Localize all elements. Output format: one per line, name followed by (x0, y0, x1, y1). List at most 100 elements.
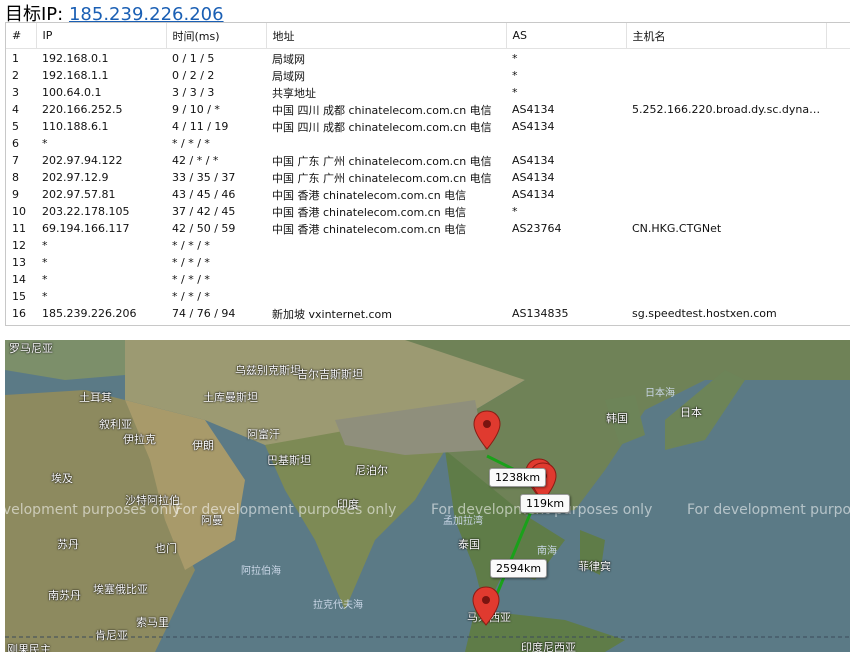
col-address[interactable]: 地址 (266, 23, 507, 49)
cell-hostname (626, 288, 826, 305)
cell-ip: 202.97.94.122 (42, 154, 123, 167)
cell-spacer (826, 237, 850, 254)
cell-time: * / * / * (172, 256, 210, 269)
map-label: 伊拉克 (123, 433, 156, 446)
map-label: 刚果民主 (7, 643, 51, 652)
map-label: 吉尔吉斯斯坦 (297, 368, 363, 381)
cell-hop: 4 (12, 103, 19, 116)
table-row[interactable]: 3 100.64.0.1 3 / 3 / 3 共享地址 * (6, 84, 850, 101)
cell-ip: 110.188.6.1 (42, 120, 109, 133)
table-row[interactable]: 5 110.188.6.1 4 / 11 / 19 中国 四川 成都 chinatel… (6, 118, 850, 135)
map-label: 埃及 (51, 472, 73, 485)
cell-time: 43 / 45 / 46 (172, 188, 236, 201)
map-label: 苏丹 (57, 538, 79, 551)
cell-as: AS4134 (512, 120, 555, 133)
cell-ip: 185.239.226.206 (42, 307, 137, 320)
table-row[interactable]: 16 185.239.226.206 74 / 76 / 94 新加坡 vxinter… (6, 305, 850, 322)
cell-time: * / * / * (172, 137, 210, 150)
cell-hostname (626, 237, 826, 254)
cell-hostname (626, 118, 826, 135)
cell-spacer (826, 152, 850, 169)
table-row[interactable]: 1 192.168.0.1 0 / 1 / 5 局域网 * (6, 49, 850, 68)
cell-as (506, 254, 626, 271)
table-row[interactable]: 4 220.166.252.5 9 / 10 / * 中国 四川 成都 chinate… (6, 101, 850, 118)
table-row[interactable]: 2 192.168.1.1 0 / 2 / 2 局域网 * (6, 67, 850, 84)
map-label: 土库曼斯坦 (203, 391, 258, 404)
map-label: 阿富汗 (247, 428, 280, 441)
cell-as (506, 135, 626, 152)
col-time[interactable]: 时间(ms) (166, 23, 267, 49)
table-row[interactable]: 11 69.194.166.117 42 / 50 / 59 中国 香港 chinat… (6, 220, 850, 237)
table-row[interactable]: 12 * * / * / * (6, 237, 850, 254)
cell-ip: 192.168.1.1 (42, 69, 109, 82)
table-row[interactable]: 14 * * / * / * (6, 271, 850, 288)
cell-time: 9 / 10 / * (172, 103, 220, 116)
cell-hop: 11 (12, 222, 26, 235)
map-label: 南苏丹 (48, 589, 81, 602)
cell-address: 新加坡 vxinternet.com (272, 307, 392, 321)
cell-hostname (626, 203, 826, 220)
cell-hop: 7 (12, 154, 19, 167)
cell-as (506, 237, 626, 254)
cell-ip: * (42, 290, 48, 303)
cell-time: * / * / * (172, 290, 210, 303)
col-spacer (826, 23, 850, 49)
map-label: 南海 (537, 546, 557, 557)
cell-hop: 16 (12, 307, 26, 320)
table-row[interactable]: 10 203.22.178.105 37 / 42 / 45 中国 香港 chinat… (6, 203, 850, 220)
cell-as: * (512, 69, 518, 82)
table-row[interactable]: 13 * * / * / * (6, 254, 850, 271)
table-row[interactable]: 15 * * / * / * (6, 288, 850, 305)
map-label: 叙利亚 (99, 418, 132, 431)
map-label: 土耳其 (79, 391, 112, 404)
map-watermark: For development purposes only (175, 502, 397, 518)
cell-spacer (826, 186, 850, 203)
cell-hostname (626, 67, 826, 84)
cell-as (506, 271, 626, 288)
cell-ip: * (42, 137, 48, 150)
cell-address (266, 288, 506, 305)
map-pin-icon[interactable] (472, 586, 500, 626)
map-pin-icon[interactable] (473, 410, 501, 450)
cell-hostname (626, 135, 826, 152)
table-row[interactable]: 8 202.97.12.9 33 / 35 / 37 中国 广东 广州 chinate… (6, 169, 850, 186)
cell-time: 33 / 35 / 37 (172, 171, 236, 184)
cell-hostname: sg.speedtest.hostxen.com (632, 307, 777, 320)
cell-hostname (626, 84, 826, 101)
target-ip-header: 目标IP: 185.239.226.206 (5, 0, 224, 25)
cell-spacer (826, 67, 850, 84)
col-as[interactable]: AS (506, 23, 627, 49)
table-row[interactable]: 7 202.97.94.122 42 / * / * 中国 广东 广州 chinate… (6, 152, 850, 169)
cell-spacer (826, 254, 850, 271)
table-row[interactable]: 6 * * / * / * (6, 135, 850, 152)
cell-address: 局域网 (272, 52, 305, 66)
cell-ip: 202.97.57.81 (42, 188, 116, 201)
route-map[interactable]: 罗马尼亚 乌兹别克斯坦 吉尔吉斯斯坦 日本海 土耳其 土库曼斯坦 韩国 日本 叙… (5, 340, 850, 652)
cell-hop: 8 (12, 171, 19, 184)
cell-time: 0 / 2 / 2 (172, 69, 215, 82)
map-label: 索马里 (136, 616, 169, 629)
cell-ip: 203.22.178.105 (42, 205, 130, 218)
cell-hostname (626, 169, 826, 186)
cell-as (506, 288, 626, 305)
cell-address (266, 135, 506, 152)
cell-as: AS134835 (512, 307, 569, 320)
cell-time: 42 / * / * (172, 154, 219, 167)
table-header-row: # IP 时间(ms) 地址 AS 主机名 (6, 23, 850, 49)
cell-spacer (826, 271, 850, 288)
cell-as: * (512, 205, 518, 218)
map-label: 也门 (155, 542, 177, 555)
cell-spacer (826, 203, 850, 220)
cell-hostname: CN.HKG.CTGNet (632, 222, 722, 235)
cell-hostname (626, 271, 826, 288)
col-ip[interactable]: IP (36, 23, 167, 49)
col-hostname[interactable]: 主机名 (626, 23, 827, 49)
table-row[interactable]: 9 202.97.57.81 43 / 45 / 46 中国 香港 chinatele… (6, 186, 850, 203)
cell-spacer (826, 288, 850, 305)
cell-address (266, 237, 506, 254)
cell-as: AS4134 (512, 154, 555, 167)
cell-ip: * (42, 239, 48, 252)
cell-as: AS23764 (512, 222, 562, 235)
map-label: 日本海 (645, 388, 675, 399)
col-hop[interactable]: # (6, 23, 37, 49)
